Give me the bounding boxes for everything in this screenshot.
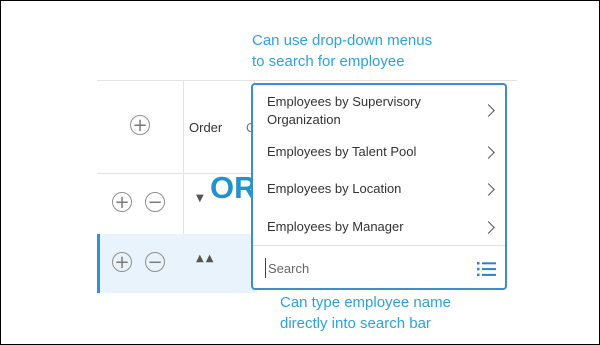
sort-up-arrow[interactable]: ▲ bbox=[196, 253, 206, 264]
annotation-bottom: Can type employee name directly into sea… bbox=[280, 292, 451, 334]
chevron-right-icon bbox=[482, 183, 495, 196]
menu-item-label: Employees by Manager bbox=[267, 219, 404, 234]
list-icon[interactable] bbox=[477, 261, 497, 277]
sort-down-icon[interactable]: ▼ bbox=[196, 193, 206, 204]
chevron-right-icon bbox=[482, 104, 495, 117]
annotation-top-line1: Can use drop-down menus bbox=[252, 32, 433, 49]
sort-up-icon[interactable]: ▲▲ bbox=[196, 253, 215, 264]
add-row-header-button[interactable]: + bbox=[130, 115, 150, 135]
employee-search-dropdown: Employees by Supervisory Organization Em… bbox=[251, 83, 507, 290]
menu-item-label: Employees by Supervisory Organization bbox=[267, 94, 421, 127]
column-header-order[interactable]: Order bbox=[189, 120, 222, 135]
menu-item-location[interactable]: Employees by Location bbox=[253, 180, 505, 198]
menu-item-label: Employees by Talent Pool bbox=[267, 144, 417, 159]
menu-item-manager[interactable]: Employees by Manager bbox=[253, 218, 505, 236]
menu-item-supervisory-organization[interactable]: Employees by Supervisory Organization bbox=[253, 93, 505, 129]
chevron-right-icon bbox=[482, 221, 495, 234]
annotation-bottom-line1: Can type employee name bbox=[280, 294, 451, 311]
menu-item-talent-pool[interactable]: Employees by Talent Pool bbox=[253, 143, 505, 161]
search-input[interactable] bbox=[265, 258, 468, 278]
or-annotation: OR bbox=[210, 170, 257, 205]
add-row-button[interactable]: + bbox=[112, 252, 132, 272]
chevron-right-icon bbox=[482, 146, 495, 159]
annotation-top-line2: to search for employee bbox=[252, 53, 405, 70]
annotation-bottom-line2: directly into search bar bbox=[280, 315, 431, 332]
annotation-top: Can use drop-down menus to search for em… bbox=[252, 30, 432, 72]
menu-divider bbox=[253, 245, 505, 246]
remove-row-button[interactable]: − bbox=[145, 252, 165, 272]
sort-up-arrow-outline[interactable]: ▲ bbox=[206, 253, 216, 264]
add-row-button[interactable]: + bbox=[112, 192, 132, 212]
menu-item-label: Employees by Location bbox=[267, 181, 402, 196]
remove-row-button[interactable]: − bbox=[145, 192, 165, 212]
